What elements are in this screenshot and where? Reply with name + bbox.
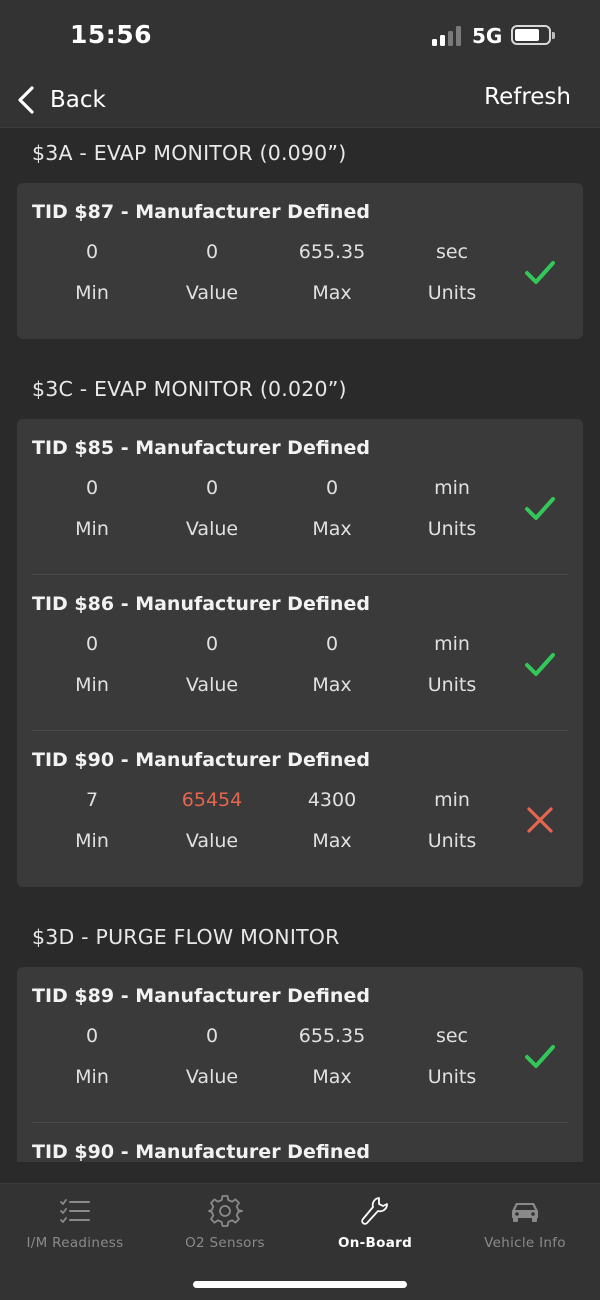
test-title: TID $85 - Manufacturer Defined <box>32 437 370 459</box>
section-title: $3A - EVAP MONITOR (0.090”) <box>32 141 347 165</box>
tab-vehicle-info[interactable]: Vehicle Info <box>450 1184 600 1264</box>
min-label: Min <box>75 282 109 304</box>
tab-label: On-Board <box>337 1235 413 1251</box>
navigation-bar: Back Refresh <box>0 72 600 128</box>
tab-label: I/M Readiness <box>26 1235 124 1251</box>
tab-label: Vehicle Info <box>484 1235 566 1251</box>
min-value: 0 <box>85 633 99 655</box>
status-time: 15:56 <box>70 20 153 49</box>
units-value: sec <box>435 241 469 263</box>
test-value: 65454 <box>181 789 243 811</box>
test-card: TID $89 - Manufacturer Defined 0 0 655.3… <box>17 967 583 1162</box>
gear-icon <box>208 1195 243 1227</box>
home-indicator <box>193 1281 407 1288</box>
test-title: TID $87 - Manufacturer Defined <box>32 201 370 223</box>
units-label: Units <box>427 830 477 852</box>
tab-on-board[interactable]: On-Board <box>300 1184 450 1264</box>
units-label: Units <box>427 282 477 304</box>
fail-x-icon <box>527 807 553 833</box>
max-value: 4300 <box>307 789 357 811</box>
test-card: TID $85 - Manufacturer Defined 0 0 0 min… <box>17 419 583 887</box>
max-label: Max <box>312 674 352 696</box>
test-title: TID $89 - Manufacturer Defined <box>32 985 370 1007</box>
max-label: Max <box>312 518 352 540</box>
back-button[interactable]: Back <box>16 80 106 120</box>
min-label: Min <box>75 518 109 540</box>
test-result-row: TID $89 - Manufacturer Defined 0 0 655.3… <box>17 967 583 1123</box>
units-value: min <box>434 633 470 655</box>
battery-icon <box>511 25 555 45</box>
section-title: $3D - PURGE FLOW MONITOR <box>32 925 340 949</box>
refresh-button[interactable]: Refresh <box>484 84 571 110</box>
tab-label: O2 Sensors <box>185 1235 265 1251</box>
min-value: 0 <box>85 1025 99 1047</box>
pass-check-icon <box>525 1045 555 1068</box>
tab-o2-sensors[interactable]: O2 Sensors <box>150 1184 300 1264</box>
units-value: min <box>434 789 470 811</box>
car-icon <box>512 1203 538 1222</box>
test-value: 0 <box>205 633 219 655</box>
test-value: 0 <box>205 1025 219 1047</box>
value-label: Value <box>185 518 239 540</box>
pass-check-icon <box>525 261 555 284</box>
test-title: TID $90 - Manufacturer Defined <box>32 1141 370 1162</box>
section-title: $3C - EVAP MONITOR (0.020”) <box>32 377 347 401</box>
min-value: 0 <box>85 241 99 263</box>
test-title: TID $90 - Manufacturer Defined <box>32 749 370 771</box>
network-type: 5G <box>472 24 503 48</box>
test-value: 0 <box>205 241 219 263</box>
value-label: Value <box>185 282 239 304</box>
test-card: TID $87 - Manufacturer Defined 0 0 655.3… <box>17 183 583 339</box>
test-value: 0 <box>205 477 219 499</box>
pass-check-icon <box>525 653 555 676</box>
test-result-row: TID $86 - Manufacturer Defined 0 0 0 min… <box>17 575 583 731</box>
max-label: Max <box>312 282 352 304</box>
back-label: Back <box>50 87 106 113</box>
test-result-row: TID $90 - Manufacturer Defined 7 65454 4… <box>17 731 583 887</box>
status-bar: 15:56 5G <box>0 0 600 72</box>
max-value: 655.35 <box>298 1025 366 1047</box>
min-value: 0 <box>85 477 99 499</box>
max-label: Max <box>312 830 352 852</box>
test-result-row: TID $90 - Manufacturer Defined <box>17 1123 583 1162</box>
chevron-left-icon <box>18 86 34 114</box>
units-value: sec <box>435 1025 469 1047</box>
min-label: Min <box>75 1066 109 1088</box>
value-label: Value <box>185 830 239 852</box>
header: 15:56 5G Back Refresh <box>0 0 600 128</box>
units-label: Units <box>427 518 477 540</box>
tab-im-readiness[interactable]: I/M Readiness <box>0 1184 150 1264</box>
test-result-row: TID $87 - Manufacturer Defined 0 0 655.3… <box>17 183 583 339</box>
units-label: Units <box>427 1066 477 1088</box>
test-result-row: TID $85 - Manufacturer Defined 0 0 0 min… <box>17 419 583 575</box>
max-value: 0 <box>325 633 339 655</box>
monitor-results-list[interactable]: $3A - EVAP MONITOR (0.090”) TID $87 - Ma… <box>0 129 600 1162</box>
max-label: Max <box>312 1066 352 1088</box>
test-title: TID $86 - Manufacturer Defined <box>32 593 370 615</box>
wrench-icon <box>361 1197 388 1225</box>
pass-check-icon <box>525 497 555 520</box>
checklist-icon <box>60 1199 90 1223</box>
min-label: Min <box>75 674 109 696</box>
signal-strength-icon <box>432 26 464 46</box>
value-label: Value <box>185 1066 239 1088</box>
max-value: 655.35 <box>298 241 366 263</box>
value-label: Value <box>185 674 239 696</box>
max-value: 0 <box>325 477 339 499</box>
units-label: Units <box>427 674 477 696</box>
min-value: 7 <box>85 789 99 811</box>
units-value: min <box>434 477 470 499</box>
min-label: Min <box>75 830 109 852</box>
